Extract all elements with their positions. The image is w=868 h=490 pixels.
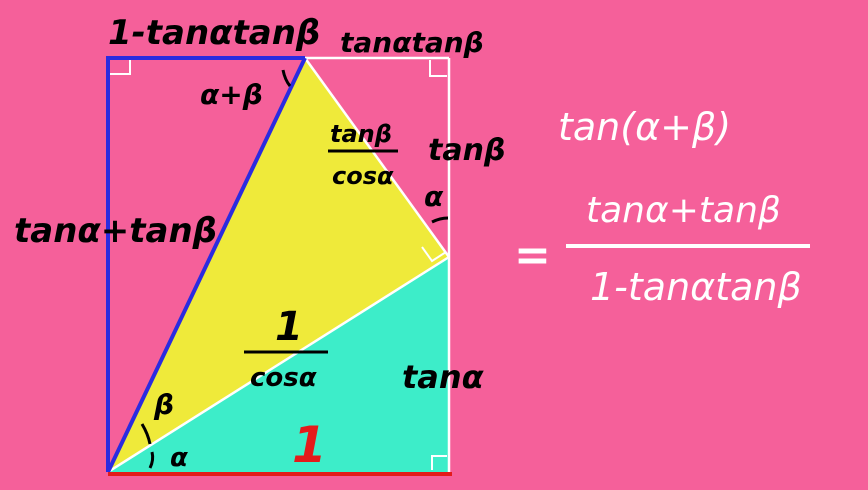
label-top-right: tanαtanβ: [340, 26, 484, 59]
formula-denominator: 1-tanαtanβ: [590, 265, 802, 309]
formula-lhs: tan(α+β): [558, 105, 731, 149]
label-angle-alpha: α: [170, 443, 188, 473]
formula-equals: =: [514, 230, 551, 281]
angle-arc-right: [431, 216, 449, 224]
diagram-svg: 1-tanαtanβ tanαtanβ α+β tanα+tanβ tanβ c…: [14, 13, 810, 476]
label-center-den: cosα: [250, 363, 317, 393]
label-angle-right: α: [424, 180, 444, 213]
formula-numerator: tanα+tanβ: [586, 190, 781, 231]
label-right-upper: tanβ: [428, 133, 505, 168]
label-left-side: tanα+tanβ: [14, 211, 217, 251]
label-right-lower: tanα: [402, 358, 485, 396]
label-center-num: 1: [275, 304, 303, 350]
label-hyp-upper-den: cosα: [332, 162, 394, 190]
right-angle-top-left: [110, 60, 131, 75]
label-hyp-upper-num: tanβ: [330, 120, 392, 148]
diagram-canvas: 1-tanαtanβ tanαtanβ α+β tanα+tanβ tanβ c…: [0, 0, 868, 490]
angle-arc-top: [281, 69, 292, 87]
right-angle-top-right: [429, 60, 447, 77]
label-angle-beta: β: [153, 388, 174, 421]
label-bottom-one: 1: [292, 416, 327, 474]
label-top-left: 1-tanαtanβ: [108, 13, 320, 53]
label-angle-top: α+β: [200, 78, 263, 111]
